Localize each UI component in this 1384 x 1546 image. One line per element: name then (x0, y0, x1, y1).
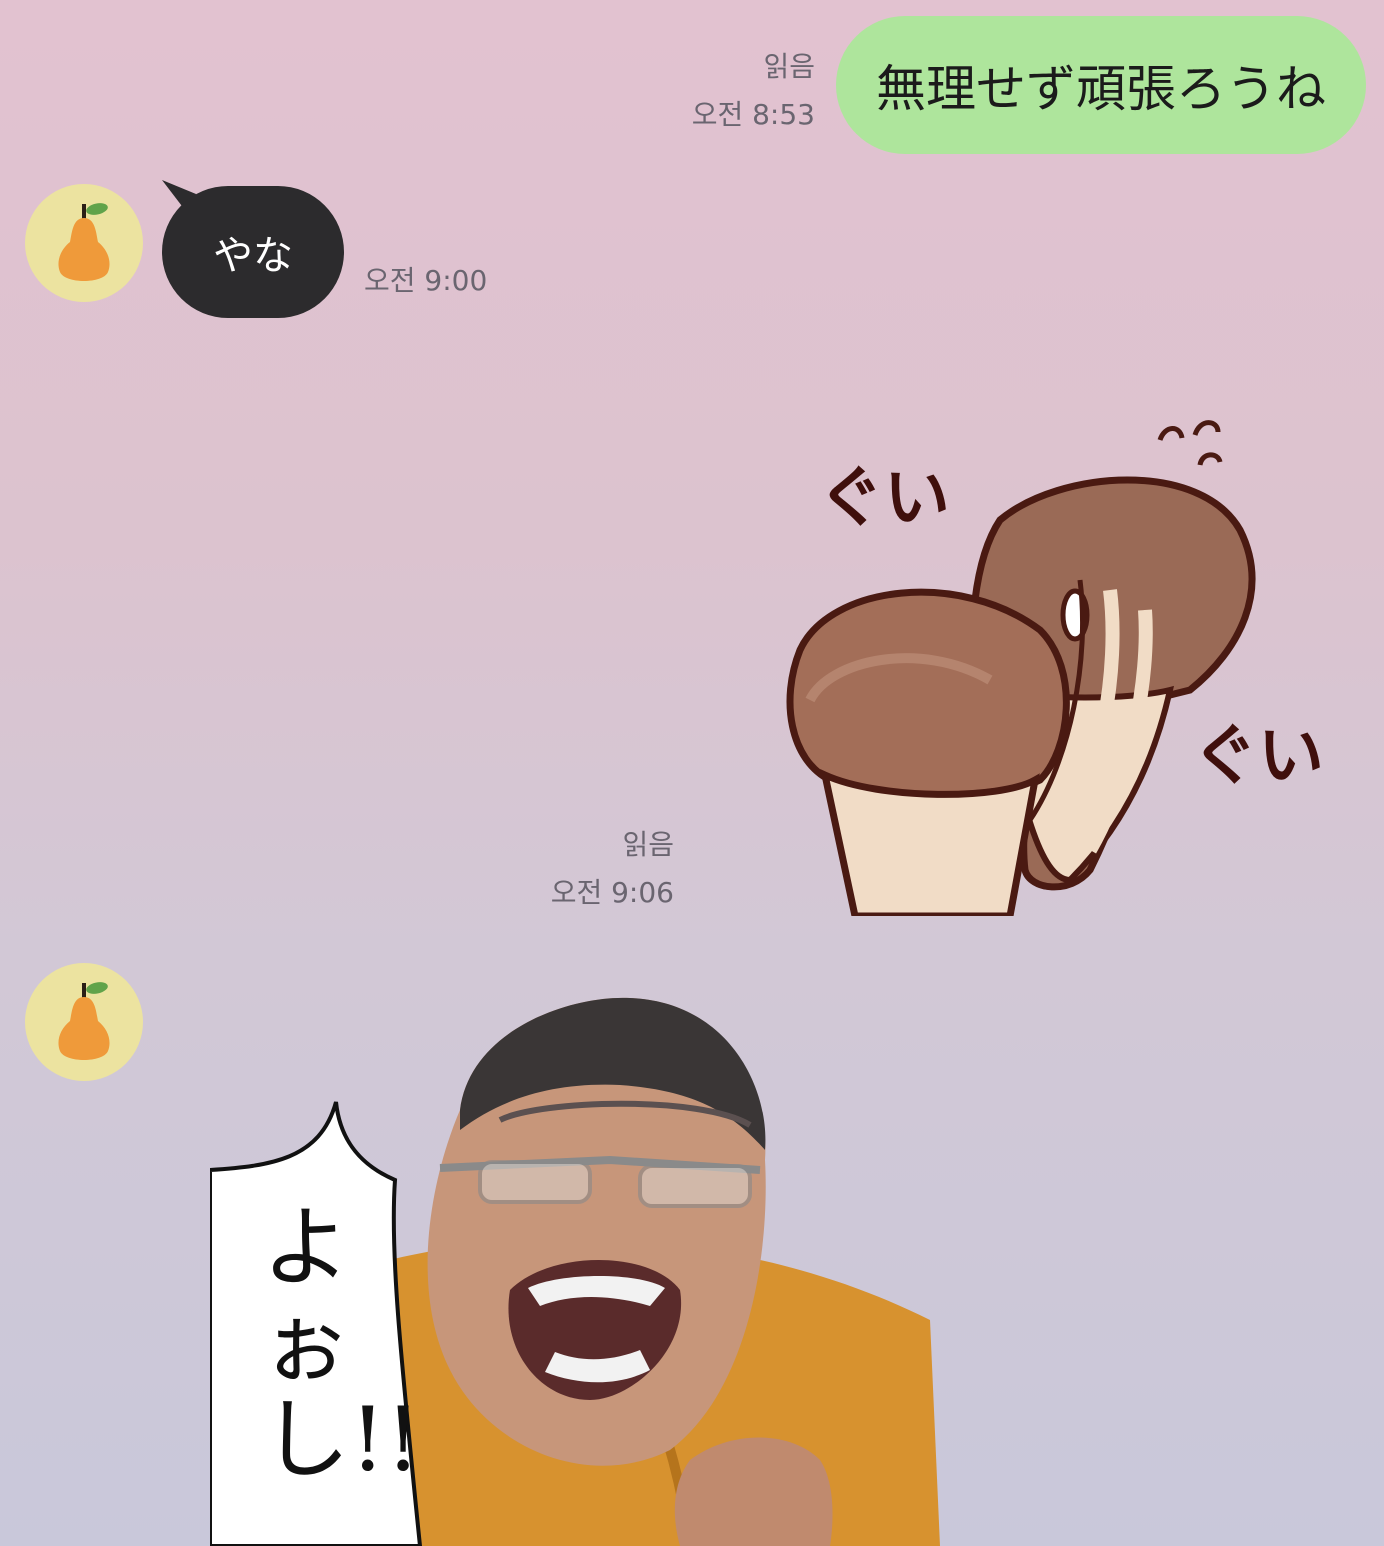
sticker-caption: ぐい (1192, 717, 1324, 794)
message-timestamp: 오전 9:00 (364, 264, 488, 297)
message-timestamp: 오전 8:53 (691, 98, 815, 131)
message-text: 無理せず頑張ろうね (876, 60, 1326, 118)
pear-icon (58, 982, 110, 1060)
message-text: やな (213, 233, 293, 279)
read-receipt: 읽음 (763, 50, 815, 83)
outgoing-bubble[interactable]: 無理せず頑張ろうね (836, 16, 1366, 154)
incoming-bubble[interactable]: やな (162, 186, 344, 318)
avatar[interactable] (25, 184, 143, 302)
sticker-caption: よぉし!! (262, 1196, 421, 1491)
avatar[interactable] (25, 963, 143, 1081)
read-receipt: 읽음 (622, 828, 674, 861)
sticker-caption: ぐい (818, 459, 950, 536)
message-timestamp: 오전 9:06 (550, 876, 674, 909)
pear-icon (58, 203, 110, 281)
